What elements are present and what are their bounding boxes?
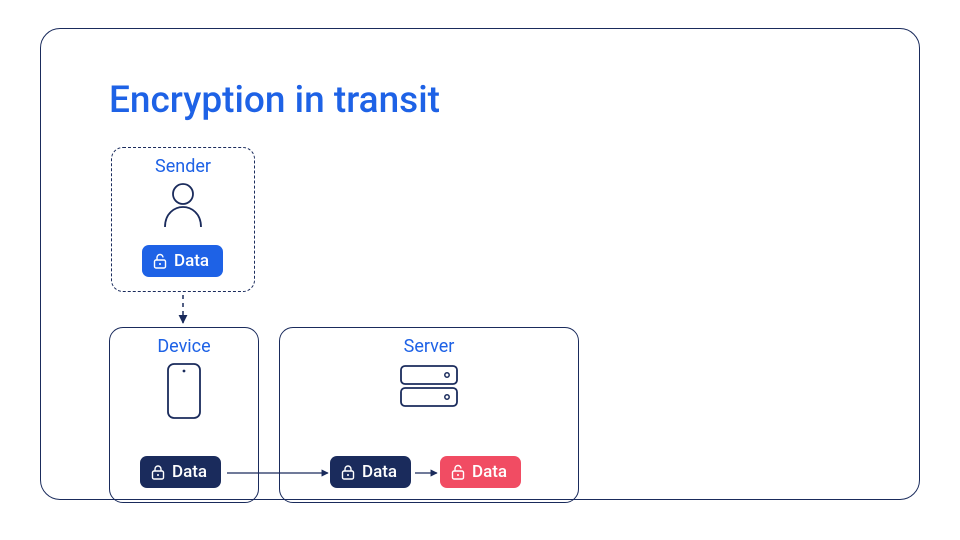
server-locked-pill: Data xyxy=(330,456,411,488)
person-icon xyxy=(112,182,254,228)
pill-text: Data xyxy=(174,251,209,271)
server-box: Server Data xyxy=(279,327,579,503)
lock-closed-icon xyxy=(340,464,356,480)
diagram-title: Encryption in transit xyxy=(109,79,440,122)
lock-closed-icon xyxy=(150,464,166,480)
lock-open-icon xyxy=(450,464,466,480)
server-stack-icon xyxy=(280,364,578,408)
smartphone-icon xyxy=(110,362,258,420)
sender-data-pill: Data xyxy=(142,245,223,277)
pill-text: Data xyxy=(362,462,397,482)
server-unlocked-pill: Data xyxy=(440,456,521,488)
device-data-pill: Data xyxy=(140,456,221,488)
device-box: Device Data xyxy=(109,327,259,503)
diagram-canvas: Encryption in transit Sender Data Device xyxy=(40,28,920,500)
sender-box: Sender Data xyxy=(111,147,255,292)
sender-label: Sender xyxy=(112,156,254,177)
device-label: Device xyxy=(110,336,258,357)
pill-text: Data xyxy=(172,462,207,482)
server-label: Server xyxy=(280,336,578,357)
pill-text: Data xyxy=(472,462,507,482)
lock-open-icon xyxy=(152,253,168,269)
